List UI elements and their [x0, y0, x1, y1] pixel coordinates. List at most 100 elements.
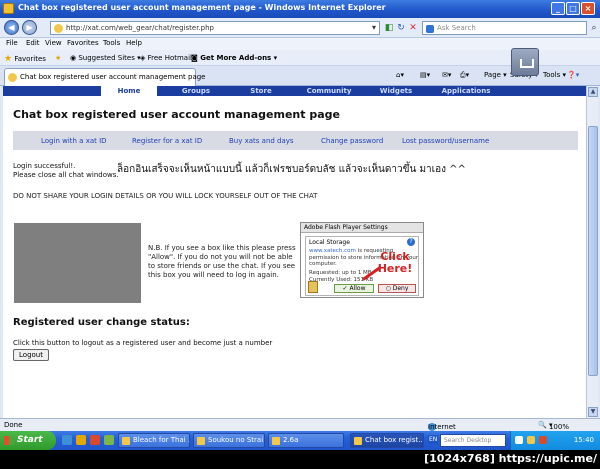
nav-store[interactable]: Store — [233, 86, 289, 96]
menu-help[interactable]: Help — [126, 39, 142, 47]
forward-button[interactable]: ▶ — [22, 20, 37, 35]
maximize-button[interactable]: □ — [566, 2, 580, 15]
flash-dialog-header: Adobe Flash Player Settings — [301, 223, 423, 233]
tab-label: Chat box registered user account managem… — [20, 73, 206, 81]
language-indicator[interactable]: EN — [428, 435, 439, 444]
start-button[interactable]: Start — [0, 431, 56, 450]
buy-xats-link[interactable]: Buy xats and days — [229, 137, 294, 145]
zone-label: Internet — [428, 423, 456, 431]
desktop-search-input[interactable]: Search Desktop — [440, 434, 506, 447]
windows-logo-icon — [4, 436, 14, 445]
zoom-control[interactable]: 🔍 100% ▾ — [538, 421, 569, 431]
deny-button[interactable]: ○ Deny — [378, 284, 416, 293]
nav-home[interactable]: Home — [101, 86, 157, 96]
menu-favorites[interactable]: Favorites — [67, 39, 99, 47]
refresh-icon[interactable]: ↻ — [395, 22, 407, 34]
register-link[interactable]: Register for a xat ID — [132, 137, 202, 145]
allow-button[interactable]: ✓ Allow — [334, 284, 374, 293]
add-favorite-icon[interactable]: ★ — [55, 54, 61, 62]
address-bar: ◀ ▶ http://xat.com/web_gear/chat/registe… — [0, 18, 600, 38]
menu-edit[interactable]: Edit — [26, 39, 40, 47]
stop-icon[interactable]: ✕ — [407, 22, 419, 34]
menu-tools[interactable]: Tools — [103, 39, 120, 47]
page-title: Chat box registered user account managem… — [13, 108, 340, 121]
quicklaunch-folder-icon[interactable] — [76, 435, 86, 445]
flash-requested: Requested: up to 1 MB — [309, 270, 372, 276]
tab-bar: Chat box registered user account managem… — [0, 66, 600, 86]
tools-menu[interactable]: Tools ▾ — [543, 71, 566, 79]
help-icon[interactable]: ? — [407, 238, 415, 246]
task-label: Soukou no Strai... — [208, 436, 265, 444]
logout-button[interactable]: Logout — [13, 349, 49, 361]
nav-widgets[interactable]: Widgets — [368, 86, 424, 96]
task-chat-box[interactable]: Chat box regist... — [350, 433, 424, 448]
taskbar: Start Bleach for Thai ... Soukou no Stra… — [0, 431, 600, 450]
url-dropdown-icon[interactable]: ▾ — [372, 23, 376, 32]
nav-groups[interactable]: Groups — [168, 86, 224, 96]
tray-security-icon[interactable] — [539, 436, 547, 444]
url-text: http://xat.com/web_gear/chat/register.ph… — [66, 24, 214, 32]
star-icon: ★ — [4, 54, 13, 64]
tray-volume-icon[interactable] — [527, 436, 535, 444]
change-password-link[interactable]: Change password — [321, 137, 383, 145]
vertical-scrollbar[interactable]: ▲ ▼ — [586, 86, 598, 418]
task-icon — [122, 437, 130, 445]
page-menu[interactable]: Page ▾ — [484, 71, 507, 79]
window-title: Chat box registered user account managem… — [18, 3, 386, 12]
free-hotmail-link[interactable]: ◈ Free Hotmail — [140, 54, 192, 62]
close-windows-text: Please close all chat windows. — [13, 171, 119, 179]
tray-network-icon[interactable] — [515, 436, 523, 444]
close-button[interactable]: × — [581, 2, 595, 15]
tools-menu-label: Tools — [543, 71, 561, 79]
get-more-addons-link[interactable]: ◙ Get More Add-ons ▾ — [191, 54, 277, 62]
status-bar: Done Internet 🔍 100% ▾ — [0, 418, 600, 431]
suggested-sites-link[interactable]: ◉ Suggested Sites ▾ — [70, 54, 141, 62]
desktop-screen: Chat box registered user account managem… — [0, 0, 600, 450]
scroll-down-arrow-icon[interactable]: ▼ — [588, 407, 598, 417]
help-icon[interactable]: ❓▾ — [567, 71, 579, 79]
nav-community[interactable]: Community — [299, 86, 359, 96]
warning-text: DO NOT SHARE YOUR LOGIN DETAILS OR YOU W… — [13, 192, 318, 200]
print-icon[interactable]: ⎙▾ — [460, 71, 469, 80]
window-title-bar[interactable]: Chat box registered user account managem… — [0, 0, 600, 18]
lost-password-link[interactable]: Lost password/username — [402, 137, 489, 145]
tab-chat-box[interactable]: Chat box registered user account managem… — [4, 68, 205, 86]
favorites-button[interactable]: ★ Favorites — [4, 54, 46, 64]
nav-applications[interactable]: Applications — [435, 86, 497, 96]
minimize-button[interactable]: _ — [551, 2, 565, 15]
search-icon[interactable]: ⌕ — [588, 22, 600, 34]
compatibility-icon[interactable]: ◧ — [383, 22, 395, 34]
task-soukou[interactable]: Soukou no Strai... — [193, 433, 265, 448]
task-label: 2.6a — [283, 436, 299, 444]
scroll-thumb[interactable] — [588, 126, 598, 376]
local-storage-label: Local Storage — [309, 239, 350, 246]
scroll-up-arrow-icon[interactable]: ▲ — [588, 87, 598, 97]
page-content: Home Groups Store Community Widgets Appl… — [3, 86, 586, 418]
quicklaunch-media-icon[interactable] — [90, 435, 100, 445]
login-link[interactable]: Login with a xat ID — [41, 137, 107, 145]
search-placeholder: Ask Search — [437, 24, 476, 32]
quicklaunch-ie-icon[interactable] — [62, 435, 72, 445]
search-input[interactable]: Ask Search — [422, 21, 587, 35]
clock: 15:40 — [573, 436, 594, 444]
mail-icon[interactable]: ✉▾ — [442, 71, 451, 79]
search-provider-icon — [426, 25, 434, 33]
deny-label: Deny — [392, 285, 409, 292]
menu-file[interactable]: File — [6, 39, 18, 47]
task-folder[interactable]: 2.6a — [268, 433, 344, 448]
quicklaunch-app-icon[interactable] — [104, 435, 114, 445]
status-heading: Registered user change status: — [13, 317, 190, 328]
task-icon — [272, 437, 280, 445]
menu-bar: File Edit View Favorites Tools Help — [0, 38, 600, 50]
url-field[interactable]: http://xat.com/web_gear/chat/register.ph… — [50, 21, 380, 35]
click-here-label: Click Here! — [377, 250, 413, 275]
back-button[interactable]: ◀ — [4, 20, 19, 35]
menu-view[interactable]: View — [45, 39, 62, 47]
favorites-label: Favorites — [14, 55, 46, 63]
page-icon — [54, 24, 63, 33]
task-bleach[interactable]: Bleach for Thai ... — [118, 433, 190, 448]
feeds-icon[interactable]: ▤▾ — [420, 71, 430, 79]
click-here-annotation: Click Here! — [376, 251, 414, 275]
flash-site: www.xatech.com — [309, 248, 356, 254]
home-icon[interactable]: ⌂▾ — [396, 71, 404, 79]
